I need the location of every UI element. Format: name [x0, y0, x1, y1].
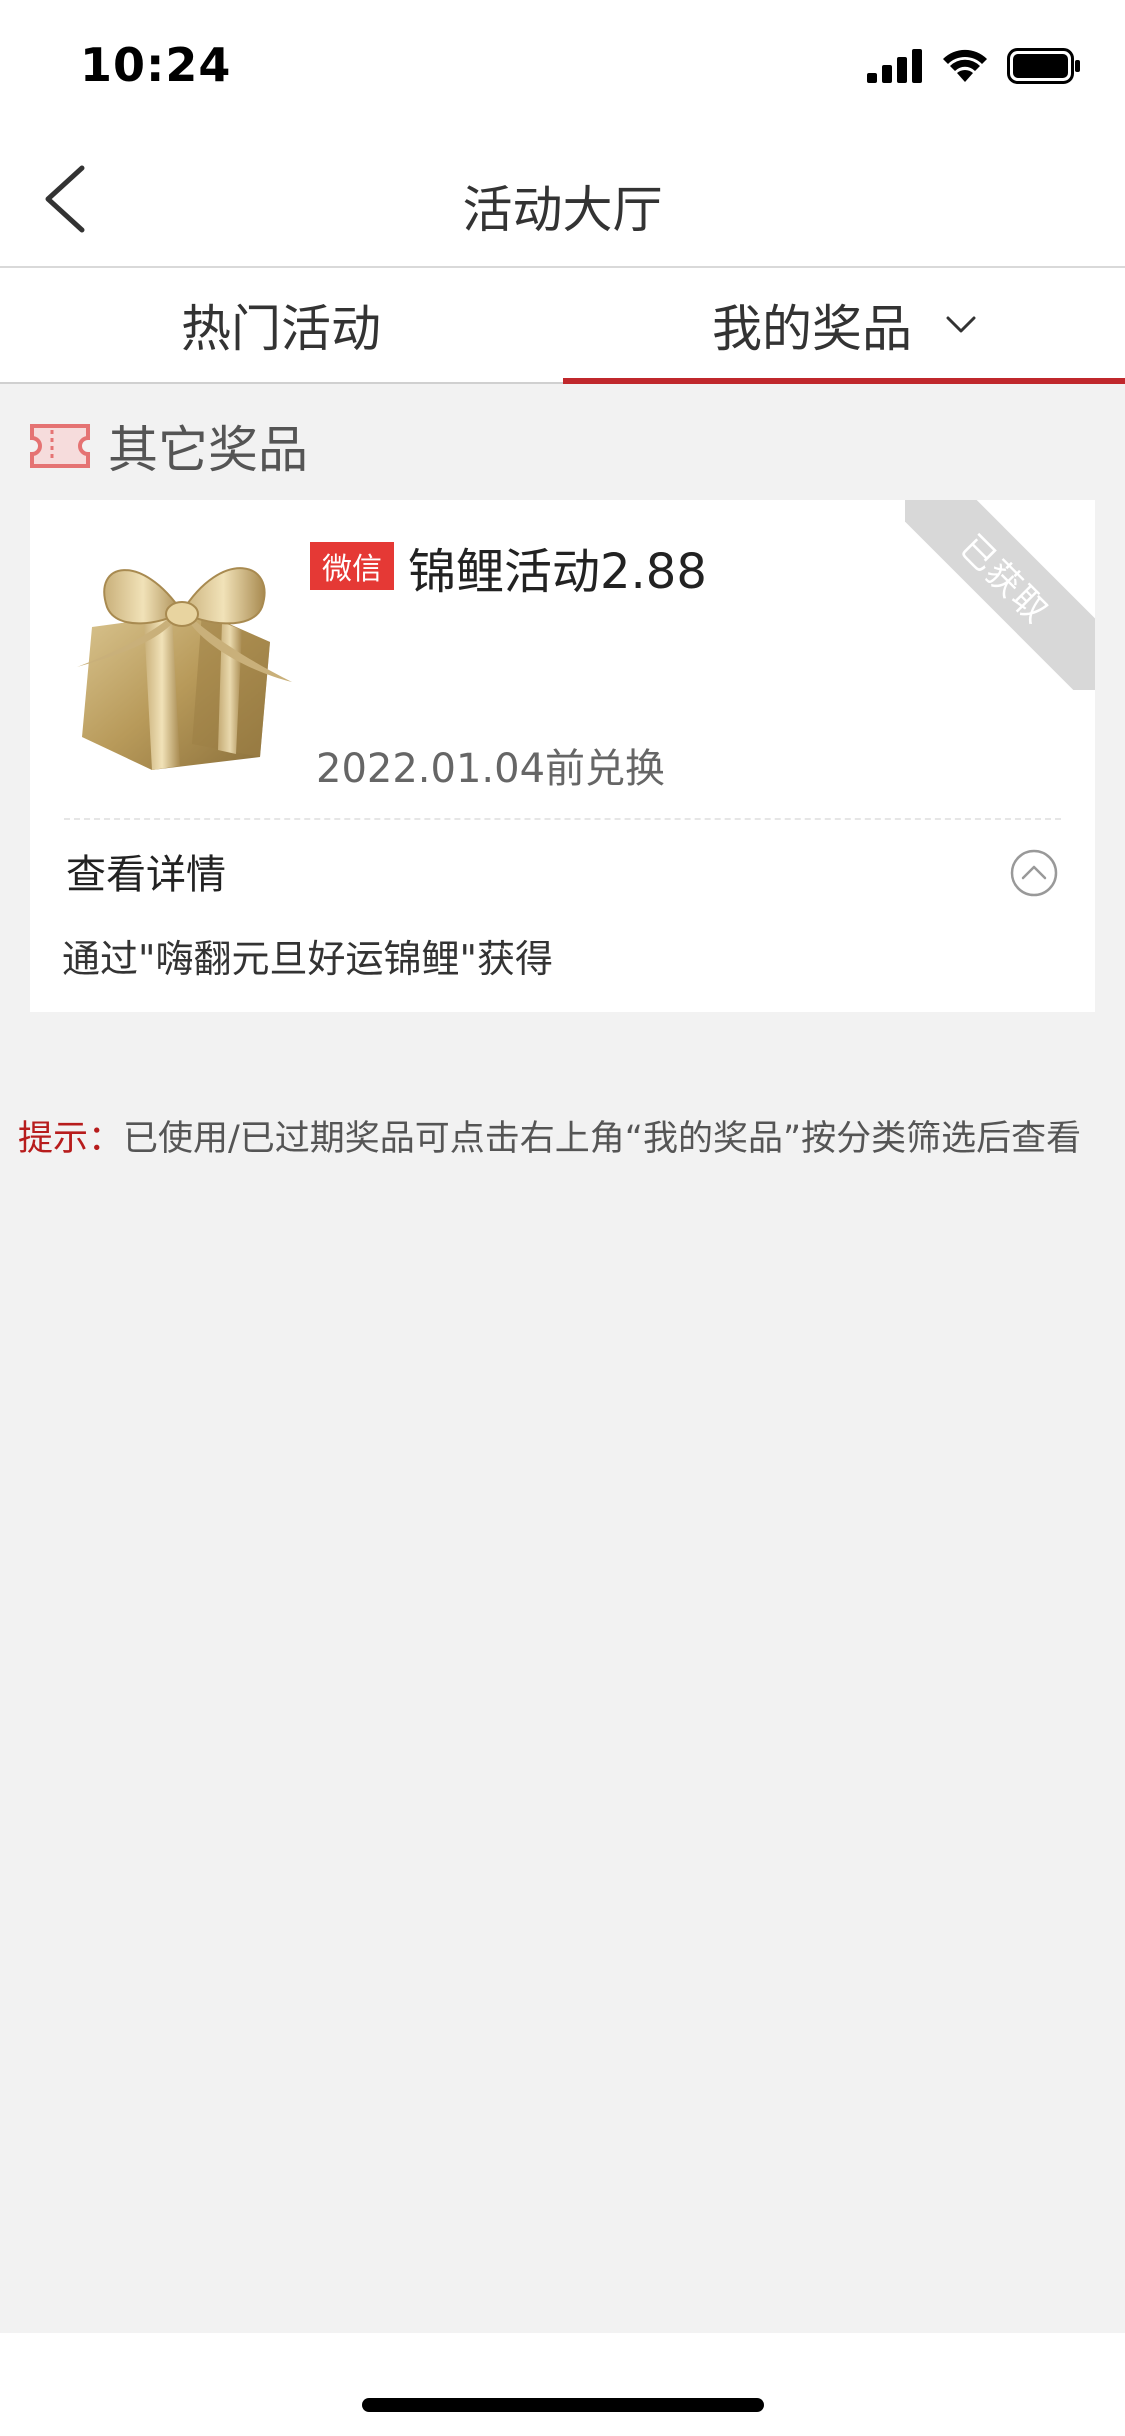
- tab-label: 我的奖品: [712, 300, 912, 358]
- cellular-signal-icon: [867, 49, 922, 83]
- prize-detail-description: 通过"嗨翻元旦好运锦鲤"获得: [62, 937, 553, 981]
- view-details-label[interactable]: 查看详情: [66, 842, 226, 900]
- section-header: 其它奖品: [28, 410, 308, 482]
- page: 10:24 活动大厅 热门活动 我的奖品 其它奖品 微信 锦鲤活动2.88 20…: [0, 0, 1125, 2436]
- prize-title: 锦鲤活动2.88: [408, 544, 707, 600]
- chevron-up-circle-icon[interactable]: [1009, 848, 1059, 898]
- tip-text: 提示：已使用/已过期奖品可点击右上角“我的奖品”按分类筛选后查看: [18, 1110, 1113, 1161]
- tab-my-prizes[interactable]: 我的奖品: [563, 268, 1125, 382]
- wifi-icon: [943, 49, 987, 82]
- tip-label: 提示：: [18, 1119, 124, 1159]
- battery-icon: [1007, 48, 1080, 84]
- prize-card[interactable]: 微信 锦鲤活动2.88 2022.01.04前兑换 已获取 查看详情 通过"嗨翻…: [30, 500, 1095, 1012]
- tab-hot-activities[interactable]: 热门活动: [0, 268, 562, 382]
- source-badge: 微信: [310, 542, 394, 590]
- status-ribbon: 已获取: [905, 500, 1095, 690]
- gift-box-image: [77, 567, 292, 770]
- ticket-icon: [30, 424, 90, 468]
- chevron-down-icon: [946, 316, 976, 334]
- status-icons: [867, 48, 1081, 84]
- status-bar: 10:24: [0, 0, 1125, 132]
- prize-deadline: 2022.01.04前兑换: [316, 746, 666, 792]
- card-divider: [64, 818, 1061, 820]
- section-title: 其它奖品: [108, 421, 308, 479]
- home-indicator[interactable]: [362, 2398, 764, 2412]
- tip-message: 已使用/已过期奖品可点击右上角“我的奖品”按分类筛选后查看: [123, 1119, 1082, 1159]
- page-title: 活动大厅: [462, 181, 663, 239]
- nav-bar: 活动大厅: [0, 132, 1125, 268]
- tab-bar: 热门活动 我的奖品: [0, 268, 1125, 384]
- status-time: 10:24: [80, 38, 232, 92]
- bottom-safe-area: [0, 2333, 1125, 2436]
- tab-label: 热门活动: [181, 300, 381, 358]
- status-ribbon-label: 已获取: [905, 500, 1095, 690]
- active-tab-indicator: [563, 378, 1125, 384]
